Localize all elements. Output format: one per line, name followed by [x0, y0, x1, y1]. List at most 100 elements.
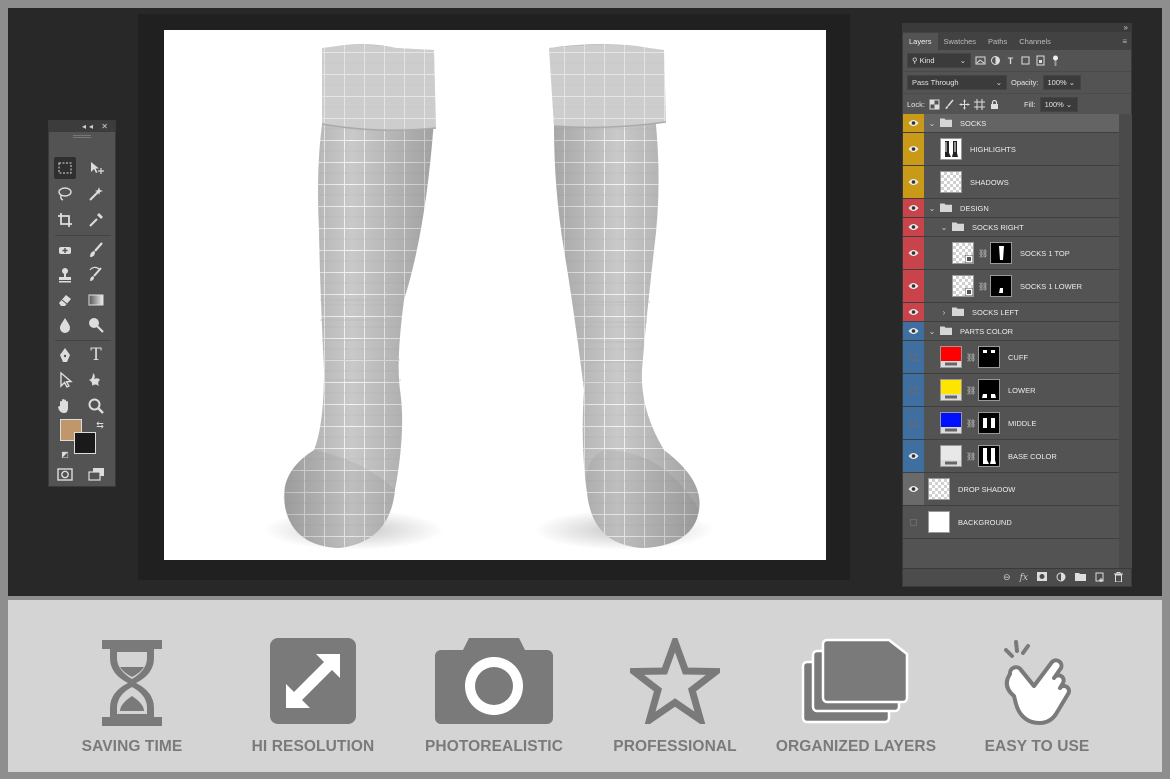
- mask-link-icon[interactable]: ⛓: [966, 386, 976, 395]
- layer-row-middle[interactable]: ⛓ MIDDLE: [903, 407, 1119, 440]
- visibility-eye-icon[interactable]: [903, 270, 924, 302]
- blur-tool-icon[interactable]: [54, 314, 76, 336]
- lock-artboard-icon[interactable]: [973, 99, 985, 110]
- pen-tool-icon[interactable]: [54, 344, 76, 366]
- layer-row-socks-1-lower[interactable]: ⛓ SOCKS 1 LOWER: [903, 270, 1119, 303]
- tab-swatches[interactable]: Swatches: [938, 33, 983, 50]
- layer-row-socks-1-top[interactable]: ⛓ SOCKS 1 TOP: [903, 237, 1119, 270]
- lock-all-icon[interactable]: [989, 99, 1000, 110]
- visibility-off-icon[interactable]: [903, 407, 924, 439]
- tab-paths[interactable]: Paths: [982, 33, 1013, 50]
- toolbox-grip[interactable]: [49, 132, 115, 140]
- custom-shape-tool-icon[interactable]: [85, 369, 107, 391]
- healing-brush-tool-icon[interactable]: [54, 239, 76, 261]
- mask-link-icon[interactable]: ⛓: [966, 452, 976, 461]
- gradient-tool-icon[interactable]: [85, 289, 107, 311]
- filter-smart-object-icon[interactable]: [1035, 55, 1046, 66]
- visibility-eye-icon[interactable]: [903, 322, 924, 340]
- layer-row-parts-color[interactable]: ⌄ PARTS COLOR: [903, 322, 1119, 341]
- clone-stamp-tool-icon[interactable]: [54, 264, 76, 286]
- toolbox-header[interactable]: ◂◂ ✕: [49, 121, 115, 132]
- layer-row-lower[interactable]: ⛓ LOWER: [903, 374, 1119, 407]
- lock-pixels-icon[interactable]: [944, 99, 955, 110]
- layers-scrollbar[interactable]: [1119, 114, 1132, 568]
- filter-adjustment-icon[interactable]: [990, 55, 1001, 66]
- collapse-chevron-icon[interactable]: ›: [940, 308, 948, 317]
- layer-row-socks[interactable]: ⌄ SOCKS: [903, 114, 1119, 133]
- move-tool-icon[interactable]: [85, 157, 107, 179]
- filter-pixel-icon[interactable]: [975, 55, 986, 66]
- layer-mask-thumbnail[interactable]: [978, 379, 1000, 401]
- adjustment-layer-icon[interactable]: [1056, 572, 1066, 584]
- crop-tool-icon[interactable]: [54, 209, 76, 231]
- layer-row-background[interactable]: BACKGROUND: [903, 506, 1119, 539]
- type-tool-icon[interactable]: T: [85, 344, 107, 366]
- magic-wand-tool-icon[interactable]: [85, 183, 107, 205]
- filter-kind-select[interactable]: ⚲ Kind ⌄: [907, 53, 971, 68]
- fill-input[interactable]: 100% ⌄: [1039, 97, 1078, 112]
- visibility-eye-icon[interactable]: [903, 199, 924, 217]
- hand-tool-icon[interactable]: [54, 395, 76, 417]
- layer-row-base-color[interactable]: ⛓ BASE COLOR: [903, 440, 1119, 473]
- panel-menu-icon[interactable]: ≡: [1122, 37, 1127, 46]
- visibility-eye-icon[interactable]: [903, 237, 924, 269]
- mask-link-icon[interactable]: ⛓: [966, 419, 976, 428]
- brush-tool-icon[interactable]: [85, 239, 107, 261]
- document-canvas[interactable]: [164, 30, 826, 560]
- delete-layer-icon[interactable]: [1114, 571, 1123, 584]
- blend-mode-select[interactable]: Pass Through ⌄: [907, 75, 1007, 90]
- expand-chevron-icon[interactable]: ⌄: [928, 327, 936, 336]
- visibility-eye-icon[interactable]: [903, 440, 924, 472]
- link-layers-icon[interactable]: ⊖: [1003, 572, 1011, 583]
- history-brush-tool-icon[interactable]: [85, 264, 107, 286]
- layer-row-highlights[interactable]: HIGHLIGHTS: [903, 133, 1119, 166]
- layer-mask-thumbnail[interactable]: [978, 445, 1000, 467]
- lock-transparent-icon[interactable]: [929, 99, 940, 110]
- tab-layers[interactable]: Layers: [903, 33, 938, 50]
- visibility-off-icon[interactable]: [903, 341, 924, 373]
- filter-toggle-icon[interactable]: [1050, 55, 1061, 66]
- layer-row-socks-left[interactable]: › SOCKS LEFT: [903, 303, 1119, 322]
- visibility-eye-icon[interactable]: [903, 166, 924, 198]
- eyedropper-tool-icon[interactable]: [85, 209, 107, 231]
- visibility-eye-icon[interactable]: [903, 473, 924, 505]
- new-layer-icon[interactable]: [1095, 572, 1105, 584]
- visibility-off-icon[interactable]: [903, 374, 924, 406]
- visibility-eye-icon[interactable]: [903, 133, 924, 165]
- rect-marquee-tool-icon[interactable]: [54, 157, 76, 179]
- expand-chevron-icon[interactable]: ⌄: [940, 223, 948, 232]
- lock-position-icon[interactable]: [959, 99, 970, 110]
- visibility-eye-icon[interactable]: [903, 303, 924, 321]
- mask-link-icon[interactable]: ⛓: [966, 353, 976, 362]
- layer-mask-thumbnail[interactable]: [990, 275, 1012, 297]
- quick-mask-icon[interactable]: [54, 463, 76, 485]
- lasso-tool-icon[interactable]: [54, 183, 76, 205]
- layer-row-socks-right[interactable]: ⌄ SOCKS RIGHT: [903, 218, 1119, 237]
- layer-row-shadows[interactable]: SHADOWS: [903, 166, 1119, 199]
- swap-colors-icon[interactable]: ⇆: [89, 414, 111, 436]
- dodge-tool-icon[interactable]: [85, 314, 107, 336]
- new-group-icon[interactable]: [1075, 572, 1086, 583]
- expand-chevron-icon[interactable]: ⌄: [928, 119, 936, 128]
- opacity-input[interactable]: 100% ⌄: [1042, 75, 1081, 90]
- panel-collapse-icon[interactable]: »: [903, 24, 1131, 32]
- mask-link-icon[interactable]: ⛓: [978, 282, 988, 291]
- add-mask-icon[interactable]: [1037, 572, 1047, 583]
- visibility-off-icon[interactable]: [903, 506, 924, 538]
- screen-mode-icon[interactable]: [85, 463, 107, 485]
- mask-link-icon[interactable]: ⛓: [978, 249, 988, 258]
- layer-row-design[interactable]: ⌄ DESIGN: [903, 199, 1119, 218]
- expand-chevron-icon[interactable]: ⌄: [928, 204, 936, 213]
- layer-mask-thumbnail[interactable]: [990, 242, 1012, 264]
- layer-mask-thumbnail[interactable]: [978, 412, 1000, 434]
- visibility-eye-icon[interactable]: [903, 218, 924, 236]
- eraser-tool-icon[interactable]: [54, 289, 76, 311]
- filter-shape-icon[interactable]: [1020, 55, 1031, 66]
- visibility-eye-icon[interactable]: [903, 114, 924, 132]
- layer-row-cuff[interactable]: ⛓ CUFF: [903, 341, 1119, 374]
- default-colors-icon[interactable]: ◩: [54, 443, 76, 465]
- filter-type-icon[interactable]: T: [1005, 55, 1016, 66]
- layer-row-drop-shadow[interactable]: DROP SHADOW: [903, 473, 1119, 506]
- layer-mask-thumbnail[interactable]: [978, 346, 1000, 368]
- tab-channels[interactable]: Channels: [1013, 33, 1057, 50]
